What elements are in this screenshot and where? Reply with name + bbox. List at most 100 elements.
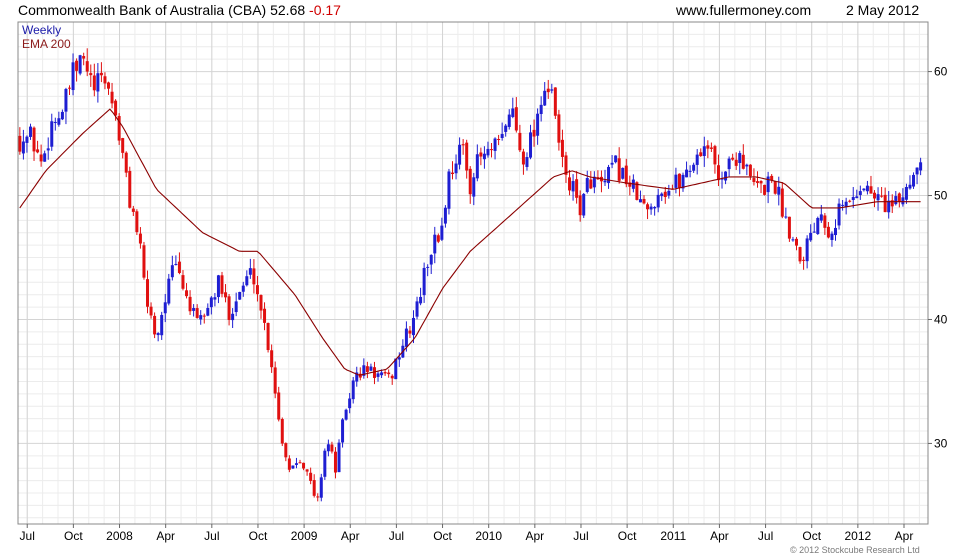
candle-body	[525, 157, 529, 167]
candle	[224, 284, 228, 303]
candle	[791, 236, 795, 242]
candle	[607, 164, 611, 189]
candle	[117, 113, 121, 145]
x-tick-label: Jul	[573, 529, 588, 543]
candle	[731, 153, 735, 161]
candle-body	[894, 196, 898, 205]
candle	[667, 184, 671, 199]
candle	[582, 192, 586, 219]
candle-body	[383, 372, 387, 374]
x-tick-label: 2012	[845, 529, 872, 543]
candle-body	[46, 148, 50, 151]
candle-body	[497, 138, 501, 140]
candle-body	[21, 141, 25, 154]
candle-body	[695, 154, 699, 165]
candle-body	[287, 458, 291, 470]
candle	[25, 135, 29, 153]
candle-body	[507, 114, 511, 127]
candle-body	[78, 55, 82, 74]
candle-body	[702, 146, 706, 157]
candle-body	[450, 172, 454, 175]
candle-body	[121, 138, 125, 153]
candle-body	[75, 60, 79, 71]
candle-body	[43, 153, 47, 162]
candle	[511, 97, 515, 119]
candle-body	[263, 308, 267, 323]
candle-body	[231, 313, 235, 321]
candle	[525, 152, 529, 171]
candle	[880, 186, 884, 198]
candle	[67, 85, 71, 95]
candle	[53, 117, 57, 131]
x-tick-label: Oct	[64, 529, 83, 543]
candle-body	[805, 238, 809, 262]
candle-body	[397, 357, 401, 360]
x-tick-label: Oct	[433, 529, 452, 543]
y-tick-label: 60	[934, 65, 948, 79]
candle-body	[873, 192, 877, 199]
candle-body	[511, 108, 515, 117]
candle-body	[195, 308, 199, 318]
candle	[355, 366, 359, 387]
candle-body	[316, 496, 320, 498]
candle-body	[738, 153, 742, 163]
candle	[192, 304, 196, 317]
candle	[599, 170, 603, 193]
candle-body	[138, 233, 142, 244]
candle-body	[156, 333, 160, 336]
candle-body	[18, 135, 22, 152]
candle-body	[521, 151, 525, 165]
candle	[78, 54, 82, 76]
candle	[294, 457, 298, 469]
x-tick-label: 2010	[475, 529, 502, 543]
candle-body	[170, 265, 174, 278]
candle-body	[209, 297, 213, 308]
candle-body	[365, 366, 369, 373]
candle	[220, 271, 224, 298]
candle	[915, 167, 919, 185]
candle	[763, 184, 767, 196]
candle-body	[234, 301, 238, 313]
candle-body	[294, 463, 298, 465]
candle-body	[883, 194, 887, 213]
candle-body	[64, 88, 68, 112]
candle	[142, 241, 146, 280]
candle-body	[536, 113, 540, 136]
candle	[784, 207, 788, 219]
candle	[617, 147, 621, 184]
x-tick-label: Jul	[20, 529, 35, 543]
candle-body	[241, 285, 245, 292]
candle-body	[475, 154, 479, 179]
y-tick-label: 50	[934, 189, 948, 203]
candle	[110, 82, 114, 109]
candle	[227, 294, 231, 326]
candle	[209, 296, 213, 315]
candle-body	[440, 225, 444, 240]
candle-body	[716, 165, 720, 181]
candle	[646, 202, 650, 220]
candle-body	[213, 297, 217, 300]
candle-body	[617, 158, 621, 181]
candle	[770, 174, 774, 183]
candle-body	[479, 152, 483, 157]
candle-body	[713, 146, 717, 165]
candle	[475, 144, 479, 182]
candle-body	[163, 302, 167, 314]
candle-body	[904, 186, 908, 200]
candle	[128, 166, 132, 209]
candle-body	[855, 196, 859, 199]
candle-body	[330, 444, 334, 452]
candle-body	[142, 245, 146, 278]
candle	[862, 188, 866, 192]
candle	[706, 140, 710, 159]
candle	[490, 143, 494, 158]
candle	[823, 213, 827, 235]
candle	[92, 63, 96, 97]
candle	[592, 171, 596, 194]
candle	[323, 448, 327, 480]
candle	[518, 124, 522, 153]
candle-body	[759, 180, 763, 184]
candle-body	[468, 168, 472, 195]
candle	[280, 417, 284, 447]
candle-body	[57, 118, 61, 125]
